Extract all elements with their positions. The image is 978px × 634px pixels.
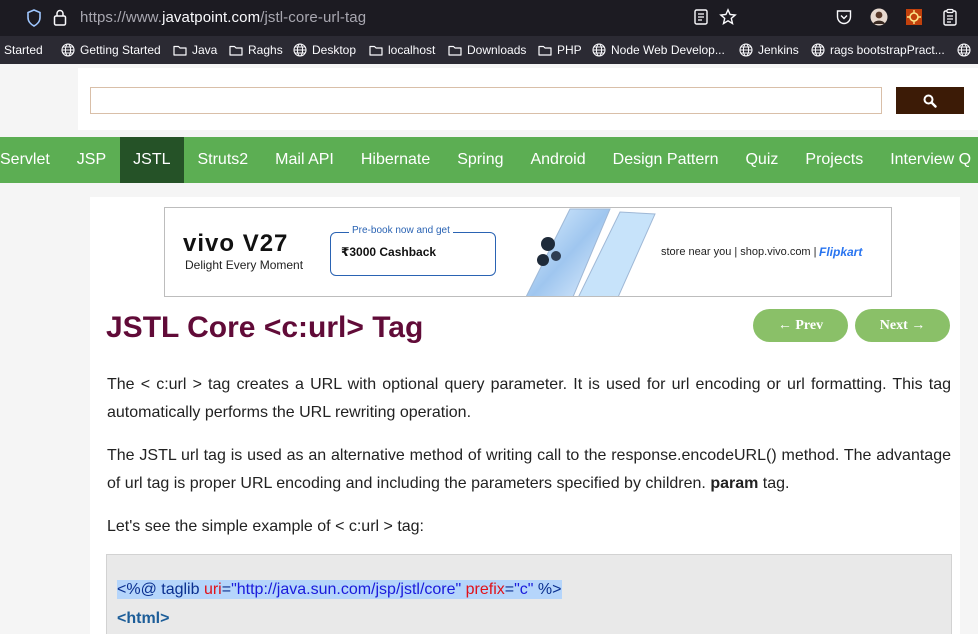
url-path: /jstl-core-url-tag: [260, 9, 367, 26]
folder-icon: [173, 45, 187, 56]
bookmark-label: Downloads: [467, 43, 527, 57]
code-value: "c": [514, 581, 534, 598]
nav-item-hibernate[interactable]: Hibernate: [347, 137, 443, 183]
ad-offer-heading: Pre-book now and get: [349, 225, 453, 236]
search-icon: [923, 94, 937, 108]
code-value: "http://java.sun.com/jsp/jstl/core": [231, 581, 462, 598]
folder-icon: [538, 45, 552, 56]
web-page: Servlet JSP JSTL Struts2 Mail API Hibernate Sp…: [0, 64, 978, 634]
bookmark-label: Raghs: [248, 43, 283, 57]
bookmark-item[interactable]: Jenkins: [739, 43, 799, 57]
bookmark-item[interactable]: Desktop: [293, 43, 356, 57]
avatar[interactable]: [870, 8, 888, 26]
pocket-icon[interactable]: [835, 8, 853, 26]
code-attr: prefix: [465, 581, 505, 598]
search-bar: [78, 68, 978, 130]
url-host: javatpoint.com: [162, 9, 261, 26]
search-button[interactable]: [896, 87, 964, 114]
reader-view-icon[interactable]: [692, 8, 710, 26]
ad-tagline: Delight Every Moment: [185, 258, 304, 272]
folder-icon: [369, 45, 383, 56]
paragraph-text: The JSTL url tag is used as an alternati…: [107, 447, 951, 492]
globe-icon: [811, 43, 825, 57]
bookmark-label: Desktop: [312, 43, 357, 57]
bookmark-label: localhost: [388, 43, 436, 57]
nav-item-servlet[interactable]: Servlet: [0, 137, 63, 183]
bookmark-label: rags bootstrapPract...: [830, 43, 945, 57]
paragraph-example: Let's see the simple example of < c:url …: [107, 518, 424, 535]
bookmark-label: Node Web Develop...: [611, 43, 725, 57]
bookmark-label: Jenkins: [758, 43, 799, 57]
lock-icon[interactable]: [53, 9, 67, 26]
ad-cashback: ₹3000 Cashback: [341, 245, 437, 259]
bookmark-star-icon[interactable]: [719, 8, 737, 26]
extension-icon[interactable]: [905, 8, 923, 26]
bookmark-item[interactable]: rags bootstrapPract...: [811, 43, 945, 57]
search-input[interactable]: [90, 87, 882, 114]
bookmark-item[interactable]: Raghs: [229, 43, 283, 57]
ad-brand: vivo V27: [183, 230, 289, 257]
ad-offer-box: Pre-book now and get ₹3000 Cashback: [330, 225, 496, 276]
browser-toolbar: https://www.javatpoint.com/jstl-core-url…: [0, 0, 978, 36]
folder-icon: [229, 45, 243, 56]
paragraph-encodeurl: The JSTL url tag is used as an alternati…: [107, 442, 951, 498]
bookmark-item[interactable]: PHP: [538, 43, 582, 57]
paragraph-intro: The < c:url > tag creates a URL with opt…: [107, 376, 951, 421]
bookmark-item[interactable]: Node Web Develop...: [592, 43, 725, 57]
page-title: JSTL Core <c:url> Tag: [106, 311, 424, 344]
paragraph-text-end: tag.: [762, 475, 790, 492]
folder-icon: [448, 45, 462, 56]
code-attr: uri: [203, 581, 222, 598]
more-bookmarks-icon[interactable]: [957, 43, 971, 57]
code-line: <%@ taglib uri="http://java.sun.com/jsp/…: [117, 580, 562, 599]
nav-item-jsp[interactable]: JSP: [63, 137, 119, 183]
bookmark-label: PHP: [557, 43, 582, 57]
url-scheme: https://www.: [80, 9, 163, 26]
nav-item-projects[interactable]: Projects: [792, 137, 877, 183]
code-eq: =: [221, 581, 232, 598]
bookmark-item[interactable]: Java: [173, 43, 217, 57]
globe-icon: [293, 43, 307, 57]
bookmark-label: Java: [192, 43, 218, 57]
article: vivo V27 Delight Every Moment Pre-book n…: [90, 197, 960, 634]
globe-icon: [592, 43, 606, 57]
main-nav: Servlet JSP JSTL Struts2 Mail API Hibernate Sp…: [0, 137, 978, 183]
phone-image: [525, 208, 656, 296]
code-line: <html>: [117, 610, 170, 627]
code-eq: =: [504, 581, 515, 598]
next-button[interactable]: Next →: [855, 309, 950, 342]
shield-icon[interactable]: [26, 9, 42, 27]
advertisement-banner[interactable]: vivo V27 Delight Every Moment Pre-book n…: [164, 207, 892, 297]
code-selection: <%@ taglib uri="http://java.sun.com/jsp/…: [117, 580, 562, 599]
nav-item-android[interactable]: Android: [517, 137, 599, 183]
nav-item-quiz[interactable]: Quiz: [732, 137, 792, 183]
nav-item-spring[interactable]: Spring: [444, 137, 517, 183]
bookmark-item[interactable]: Downloads: [448, 43, 526, 57]
bookmark-item[interactable]: localhost: [369, 43, 435, 57]
ad-partner: Flipkart: [819, 245, 863, 259]
code-directive: <%@ taglib: [117, 581, 204, 598]
bookmark-label: g Started: [0, 43, 43, 57]
bookmarks-toolbar: g Started Getting Started Java Raghs Desktop…: [0, 36, 978, 64]
globe-icon: [739, 43, 753, 57]
param-keyword: param: [710, 475, 759, 492]
bookmark-item[interactable]: Getting Started: [61, 43, 161, 57]
globe-icon: [61, 43, 75, 57]
nav-item-jstl[interactable]: JSTL: [119, 137, 184, 183]
clipboard-icon[interactable]: [941, 8, 959, 26]
nav-item-struts2[interactable]: Struts2: [184, 137, 262, 183]
nav-item-interview-q[interactable]: Interview Q: [877, 137, 978, 183]
nav-item-mail-api[interactable]: Mail API: [262, 137, 348, 183]
address-bar[interactable]: https://www.javatpoint.com/jstl-core-url…: [80, 9, 366, 26]
code-directive-close: %>: [533, 581, 562, 598]
prev-button[interactable]: ← Prev: [753, 309, 848, 342]
nav-item-design-pattern[interactable]: Design Pattern: [599, 137, 732, 183]
bookmark-item[interactable]: g Started: [0, 43, 43, 57]
bookmark-label: Getting Started: [80, 43, 161, 57]
ad-store-text: store near you | shop.vivo.com |: [661, 246, 817, 258]
code-block[interactable]: <%@ taglib uri="http://java.sun.com/jsp/…: [106, 554, 952, 634]
